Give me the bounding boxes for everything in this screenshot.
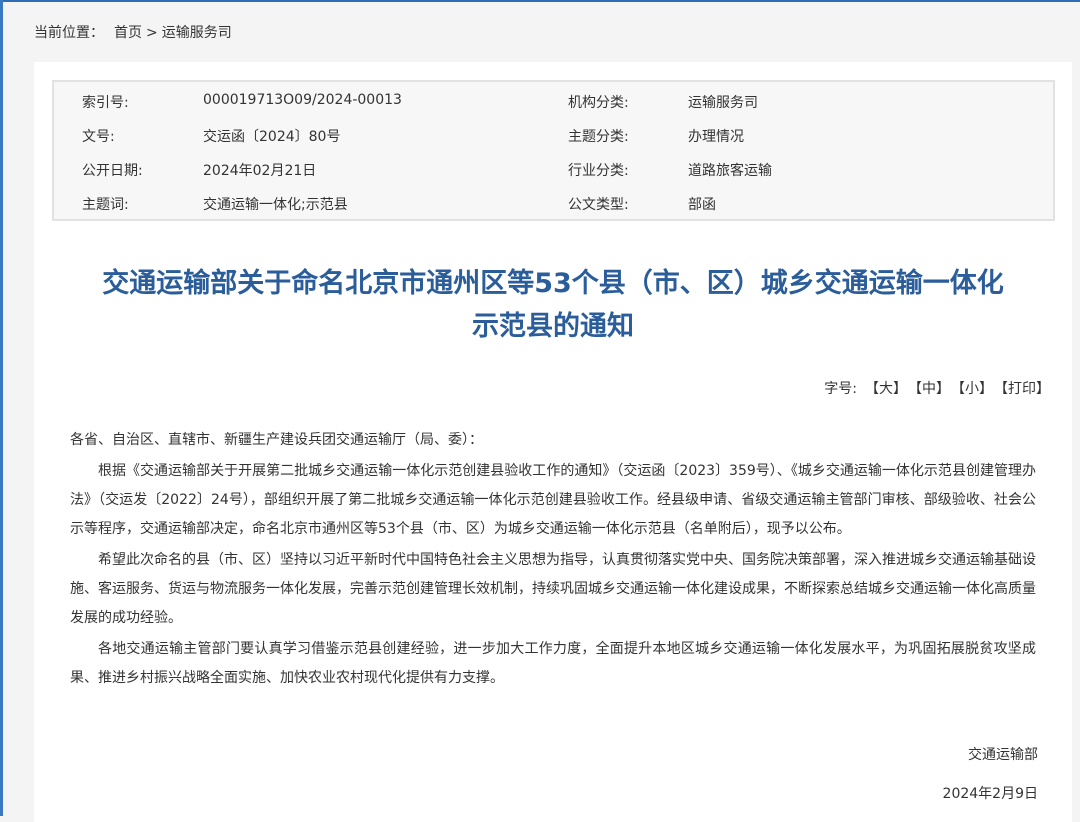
font-size-large-button[interactable]: 【大】 — [865, 381, 907, 397]
document-metadata-table: 索引号: 000019713O09/2024-00013 机构分类: 运输服务司… — [52, 80, 1055, 221]
paragraph: 希望此次命名的县（市、区）坚持以习近平新时代中国特色社会主义思想为指导，认真贯彻… — [70, 552, 1036, 626]
signature-date: 2024年2月9日 — [942, 786, 1038, 802]
print-button[interactable]: 【打印】 — [1001, 381, 1050, 397]
topic-category-value: 办理情况 — [688, 129, 744, 145]
breadcrumb: 当前位置： 首页 > 运输服务司 — [34, 22, 232, 42]
font-size-small-button[interactable]: 【小】 — [958, 381, 993, 397]
top-accent-line — [0, 0, 1080, 2]
doc-number-value: 交运函〔2024〕80号 — [203, 129, 341, 145]
content-panel: 索引号: 000019713O09/2024-00013 机构分类: 运输服务司… — [34, 62, 1072, 822]
doc-type-label: 公文类型: — [568, 197, 629, 213]
doc-type-value: 部函 — [688, 197, 716, 213]
meta-row: 索引号: 000019713O09/2024-00013 机构分类: 运输服务司 — [54, 84, 1053, 118]
publish-date-label: 公开日期: — [82, 163, 143, 179]
org-category-label: 机构分类: — [568, 95, 629, 111]
keywords-value: 交通运输一体化;示范县 — [203, 197, 348, 213]
industry-category-value: 道路旅客运输 — [688, 163, 772, 179]
meta-row: 文号: 交运函〔2024〕80号 主题分类: 办理情况 — [54, 118, 1053, 152]
index-label: 索引号: — [82, 95, 129, 111]
breadcrumb-home-link[interactable]: 首页 — [114, 25, 142, 41]
left-accent-edge — [0, 0, 3, 816]
signature-org: 交通运输部 — [968, 747, 1038, 763]
title-line-1: 交通运输部关于命名北京市通州区等53个县（市、区）城乡交通运输一体化 — [102, 268, 1004, 299]
doc-number-label: 文号: — [82, 129, 115, 145]
salutation: 各省、自治区、直辖市、新疆生产建设兵团交通运输厅（局、委）： — [70, 432, 483, 448]
paragraph: 根据《交通运输部关于开展第二批城乡交通运输一体化示范创建县验收工作的通知》（交运… — [70, 463, 1036, 537]
breadcrumb-separator: > — [146, 25, 158, 41]
meta-row: 主题词: 交通运输一体化;示范县 公文类型: 部函 — [54, 186, 1053, 220]
font-size-controls: 字号: 【大】 【中】 【小】 【打印】 — [824, 378, 1050, 398]
page-title: 交通运输部关于命名北京市通州区等53个县（市、区）城乡交通运输一体化 示范县的通… — [34, 262, 1072, 348]
paragraph: 各地交通运输主管部门要认真学习借鉴示范县创建经验，进一步加大工作力度，全面提升本… — [70, 641, 1036, 686]
meta-row: 公开日期: 2024年02月21日 行业分类: 道路旅客运输 — [54, 152, 1053, 186]
font-size-medium-button[interactable]: 【中】 — [915, 381, 950, 397]
org-category-value: 运输服务司 — [688, 95, 758, 111]
publish-date-value: 2024年02月21日 — [203, 163, 317, 179]
document-body: 各省、自治区、直辖市、新疆生产建设兵团交通运输厅（局、委）： 根据《交通运输部关… — [70, 426, 1036, 693]
font-size-label: 字号: — [824, 381, 857, 397]
topic-category-label: 主题分类: — [568, 129, 629, 145]
keywords-label: 主题词: — [82, 197, 129, 213]
industry-category-label: 行业分类: — [568, 163, 629, 179]
breadcrumb-current-link[interactable]: 运输服务司 — [162, 25, 232, 41]
title-line-2: 示范县的通知 — [472, 311, 634, 342]
index-value: 000019713O09/2024-00013 — [203, 92, 402, 108]
breadcrumb-lead: 当前位置： — [34, 25, 104, 41]
